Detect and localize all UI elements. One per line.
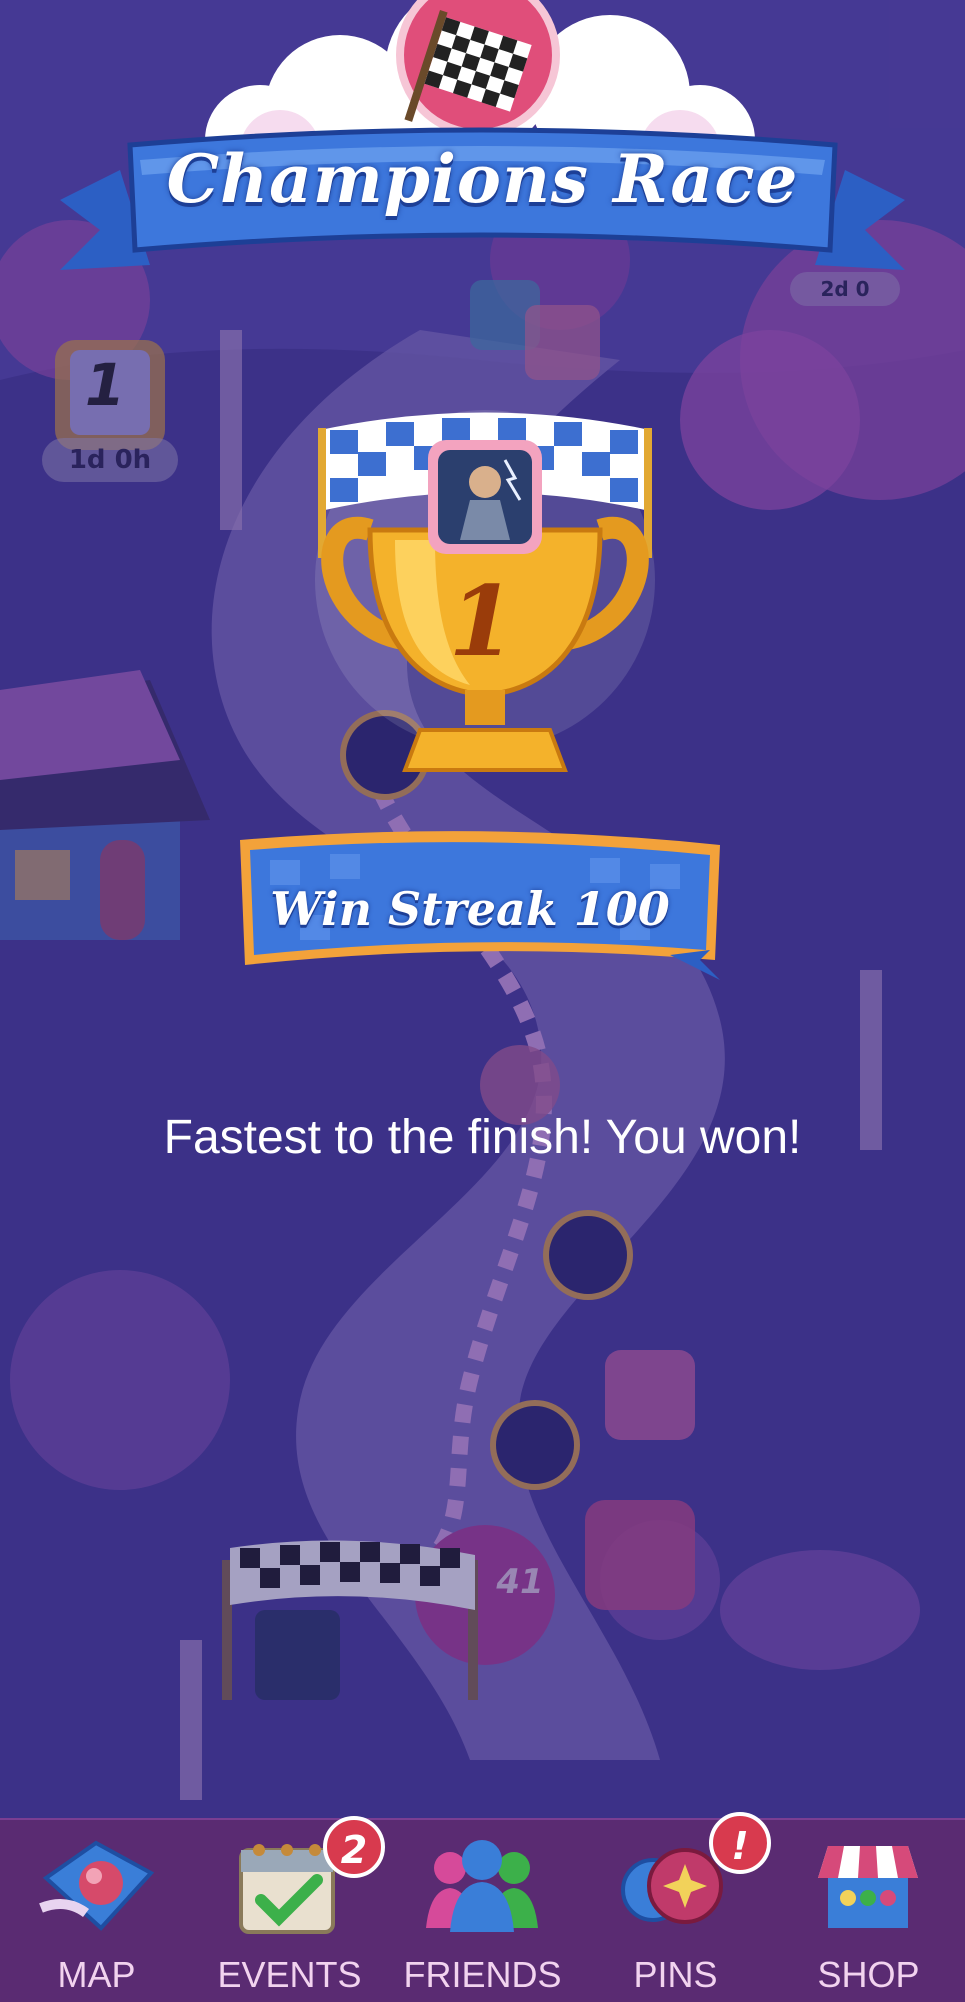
pins-alert-badge: ! <box>709 1812 771 1874</box>
trophy-rank-number: 1 <box>448 565 516 678</box>
nav-label-map: MAP <box>57 1954 136 1995</box>
nav-label-events: EVENTS <box>217 1954 362 1995</box>
event-timer[interactable]: 1d 0h <box>42 438 178 482</box>
current-level-number: 41 <box>496 1562 544 1602</box>
event-rank-number: 1 <box>84 351 126 419</box>
race-result-message: Fastest to the finish! You won! <box>163 1111 802 1164</box>
event-title: Champions Race <box>166 140 799 218</box>
friends-icon <box>426 1840 538 1932</box>
nav-item-pins[interactable]: ! PINS <box>579 1812 772 2002</box>
nav-item-friends[interactable]: FRIENDS <box>386 1820 579 2002</box>
events-badge: 2 <box>323 1816 385 1878</box>
nav-item-map[interactable]: MAP <box>0 1820 193 2002</box>
map-icon <box>39 1840 155 1931</box>
nav-item-shop[interactable]: SHOP <box>772 1820 965 2002</box>
bottom-navigation: MAP 2 EVENTS FRIENDS ! PINS SHOP <box>0 1812 965 2002</box>
shop-icon <box>818 1846 918 1928</box>
nav-item-events[interactable]: 2 EVENTS <box>193 1816 386 2002</box>
nav-label-friends: FRIENDS <box>403 1954 562 1995</box>
win-streak-label: Win Streak 100 <box>270 882 670 936</box>
nav-label-shop: SHOP <box>817 1954 920 1995</box>
nav-label-pins: PINS <box>633 1954 718 1995</box>
